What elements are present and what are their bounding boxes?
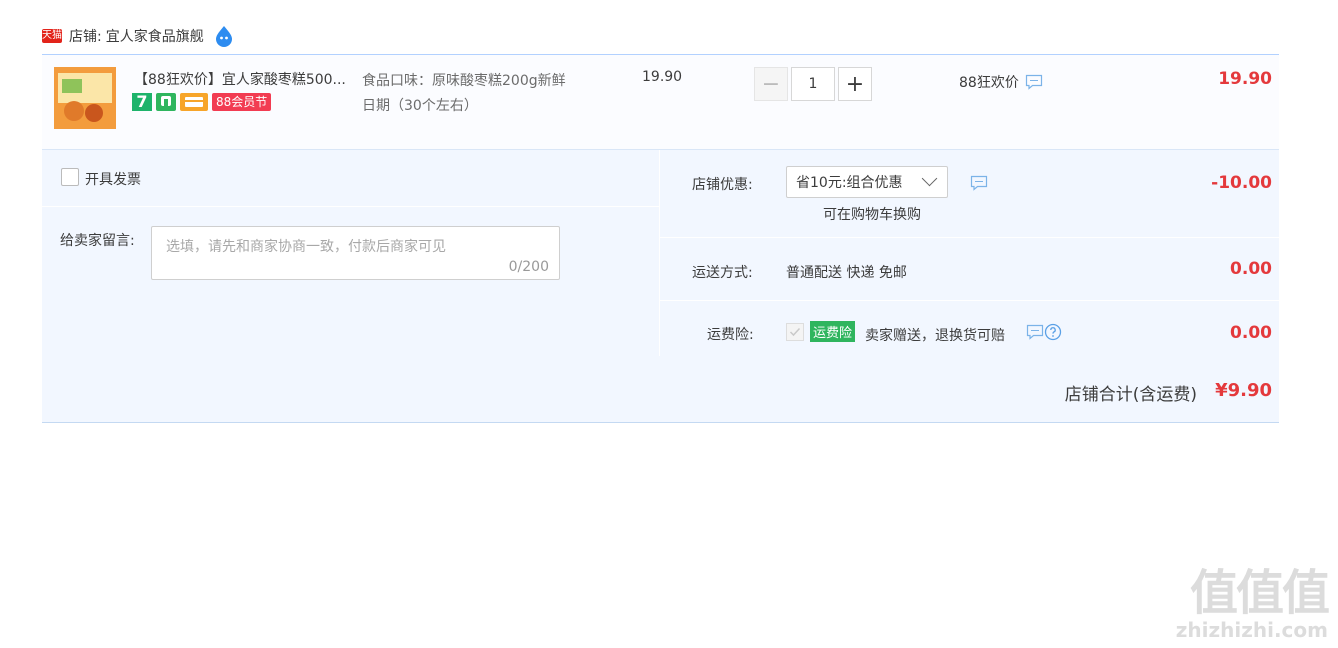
product-thumbnail[interactable] — [54, 67, 116, 129]
comment-icon[interactable] — [970, 175, 988, 191]
insurance-checkbox[interactable] — [786, 323, 804, 341]
insurance-text: 卖家赠送，退换货可赔 — [865, 328, 1005, 344]
product-image-icon — [54, 67, 116, 129]
comment-icon[interactable] — [1026, 324, 1044, 340]
order-item-row: 【88狂欢价】宜人家酸枣糕500... 7 88会员节 食品口味：原味酸枣糕20… — [42, 54, 1279, 150]
invoice-row: 开具发票 — [42, 150, 659, 207]
shop-total-amount: ¥9.90 — [1215, 380, 1272, 401]
watermark-url: zhizhizhi.com — [1175, 618, 1328, 642]
seven-day-return-badge[interactable]: 7 — [132, 93, 152, 111]
watermark-logo: 值值值 — [1189, 565, 1330, 621]
invoice-checkbox[interactable] — [61, 168, 79, 186]
shop-label: 店铺: — [69, 29, 102, 45]
member-festival-badge[interactable]: 88会员节 — [212, 93, 272, 111]
discount-note: 可在购物车换购 — [823, 207, 921, 223]
check-icon — [789, 327, 801, 337]
sku-line-2: 日期（30个左右） — [362, 98, 478, 114]
shipping-amount: 0.00 — [1230, 259, 1272, 279]
shipping-row: 运送方式: 普通配送 快递 免邮 0.00 — [660, 238, 1279, 301]
shop-discount-row: 店铺优惠: 省10元:组合优惠 可在购物车换购 -10.00 — [660, 150, 1279, 238]
insurance-amount: 0.00 — [1230, 323, 1272, 343]
sku-line-1: 食品口味：原味酸枣糕200g新鲜 — [362, 73, 566, 89]
quantity-increase-button[interactable]: + — [838, 67, 872, 101]
quantity-input[interactable]: 1 — [791, 67, 835, 101]
tmall-logo: 天猫 — [42, 29, 62, 43]
promotion-info: 88狂欢价 — [959, 72, 1043, 92]
memo-placeholder: 选填，请先和商家协商一致，付款后商家可见 — [166, 239, 446, 255]
promotion-label: 88狂欢价 — [959, 75, 1019, 91]
shop-name-link[interactable]: 宜人家食品旗舰 — [106, 26, 204, 46]
discount-select[interactable]: 省10元:组合优惠 — [786, 166, 948, 198]
memo-char-count: 0/200 — [508, 259, 549, 275]
insurance-label: 运费险: — [707, 327, 754, 343]
discount-label: 店铺优惠: — [692, 177, 753, 193]
discount-amount: -10.00 — [1211, 173, 1272, 193]
discount-selected-value: 省10元:组合优惠 — [796, 175, 903, 191]
quantity-stepper: − 1 + — [754, 67, 872, 101]
sku-attributes: 食品口味：原味酸枣糕200g新鲜 日期（30个左右） — [362, 69, 602, 119]
unit-price: 19.90 — [642, 69, 683, 85]
order-fees: 店铺优惠: 省10元:组合优惠 可在购物车换购 -10.00 运送方式: 普通配… — [660, 150, 1279, 356]
shop-total-label: 店铺合计(含运费) — [1064, 385, 1197, 405]
wangwang-chat-icon[interactable] — [213, 25, 235, 47]
site-watermark: 值值值 zhizhizhi.com — [1175, 565, 1330, 642]
service-badges: 7 88会员节 — [132, 93, 272, 111]
memo-label: 给卖家留言: — [60, 233, 135, 249]
order-options-panel: 开具发票 给卖家留言: 选填，请先和商家协商一致，付款后商家可见 0/200 店… — [42, 149, 1279, 423]
product-title-link[interactable]: 【88狂欢价】宜人家酸枣糕500... — [134, 69, 359, 89]
comment-icon[interactable] — [1025, 74, 1043, 90]
item-subtotal: 19.90 — [1218, 69, 1272, 89]
chevron-down-icon — [921, 170, 938, 187]
help-question-icon[interactable] — [1044, 323, 1062, 341]
shop-header: 天猫 店铺: 宜人家食品旗舰 — [42, 24, 235, 48]
credit-card-badge-icon[interactable] — [180, 93, 208, 111]
shop-total-row: 店铺合计(含运费) ¥9.90 — [42, 356, 1279, 421]
guarantee-badge-icon[interactable] — [156, 93, 176, 111]
insurance-tag: 运费险 — [810, 321, 856, 342]
shipping-insurance-row: 运费险: 运费险 卖家赠送，退换货可赔 0.00 — [660, 301, 1279, 356]
quantity-decrease-button[interactable]: − — [754, 67, 788, 101]
shipping-label: 运送方式: — [692, 265, 753, 281]
buyer-options: 开具发票 给卖家留言: 选填，请先和商家协商一致，付款后商家可见 0/200 — [42, 150, 660, 356]
invoice-label: 开具发票 — [85, 172, 141, 188]
seller-memo-input[interactable]: 选填，请先和商家协商一致，付款后商家可见 0/200 — [151, 226, 560, 280]
shipping-method: 普通配送 快递 免邮 — [786, 265, 907, 281]
